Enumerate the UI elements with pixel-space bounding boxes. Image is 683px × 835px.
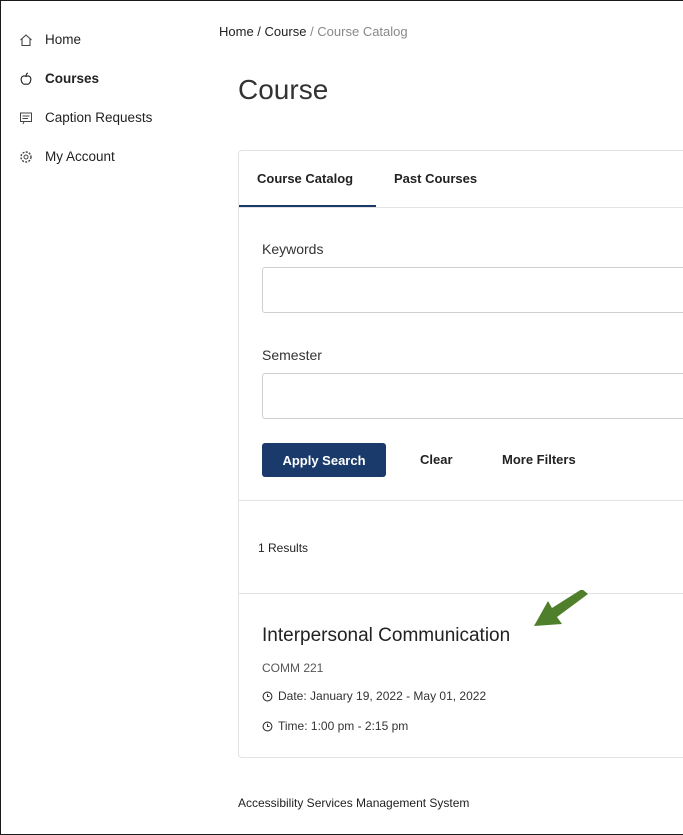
results-count: 1 Results xyxy=(258,541,309,555)
footer-text: Accessibility Services Management System xyxy=(238,796,470,810)
sidebar-item-label: Caption Requests xyxy=(45,110,153,125)
breadcrumb-separator: / xyxy=(253,24,265,39)
page-title: Course xyxy=(238,74,329,105)
sidebar-item-my-account[interactable]: My Account xyxy=(19,149,115,164)
course-date: Date: January 19, 2022 - May 01, 2022 xyxy=(262,689,486,703)
gear-icon xyxy=(19,150,33,164)
sidebar-item-home[interactable]: Home xyxy=(19,32,81,47)
course-time: Time: 1:00 pm - 2:15 pm xyxy=(262,719,408,733)
course-date-text: Date: January 19, 2022 - May 01, 2022 xyxy=(278,689,487,703)
tab-past-courses[interactable]: Past Courses xyxy=(394,171,477,186)
breadcrumb-course-link[interactable]: Course xyxy=(265,24,307,39)
tab-course-catalog[interactable]: Course Catalog xyxy=(257,171,353,186)
apply-search-button[interactable]: Apply Search xyxy=(262,443,386,477)
sidebar-item-label: My Account xyxy=(45,149,115,164)
tab-bar: Course Catalog Past Courses xyxy=(239,151,683,208)
more-filters-button[interactable]: More Filters xyxy=(502,452,576,467)
course-catalog-card: Course Catalog Past Courses Keywords Sem… xyxy=(238,150,683,758)
sidebar-item-courses[interactable]: Courses xyxy=(19,71,99,86)
sidebar-item-label: Courses xyxy=(45,71,100,86)
divider xyxy=(239,593,683,594)
breadcrumb-home-link[interactable]: Home xyxy=(219,24,254,39)
sidebar-item-label: Home xyxy=(45,32,82,47)
divider xyxy=(239,500,683,501)
breadcrumb: Home / Course / Course Catalog xyxy=(219,24,408,39)
apple-icon xyxy=(19,71,33,86)
breadcrumb-current: Course Catalog xyxy=(317,24,408,39)
clock-icon xyxy=(262,721,273,731)
course-code: COMM 221 xyxy=(262,661,324,675)
course-time-text: Time: 1:00 pm - 2:15 pm xyxy=(278,719,409,733)
active-tab-indicator xyxy=(239,205,376,207)
course-title-link[interactable]: Interpersonal Communication xyxy=(262,625,510,647)
sidebar-item-caption-requests[interactable]: Caption Requests xyxy=(19,110,152,125)
home-icon xyxy=(19,33,33,47)
semester-input[interactable] xyxy=(262,373,683,419)
clear-button[interactable]: Clear xyxy=(420,452,453,467)
clock-icon xyxy=(262,691,273,701)
breadcrumb-separator: / xyxy=(306,24,318,39)
keywords-input[interactable] xyxy=(262,267,683,313)
green-arrow-icon xyxy=(534,590,588,626)
semester-label: Semester xyxy=(262,347,322,363)
keywords-label: Keywords xyxy=(262,241,324,257)
caption-icon xyxy=(19,111,33,125)
sidebar-nav: Home Courses Caption Requests My Account xyxy=(0,0,215,835)
